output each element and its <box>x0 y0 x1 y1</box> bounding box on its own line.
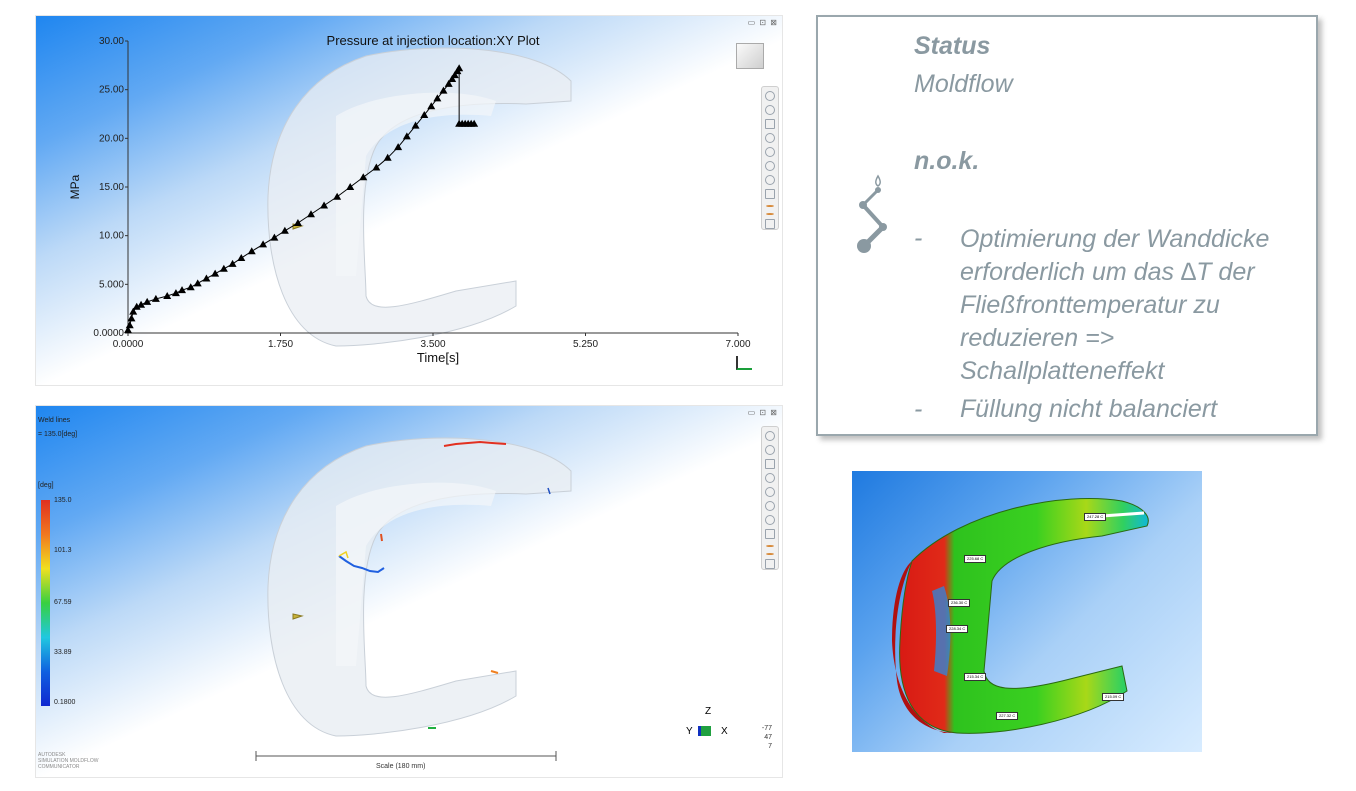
y-tick-label: 10.00 <box>99 231 124 242</box>
bullet-item: Füllung nicht balanciert <box>960 395 1218 423</box>
weld-part-model <box>255 437 572 761</box>
axis-z-label: Z <box>705 706 712 717</box>
pressure-plot-viewport[interactable]: ▭ ⊡ ⊠ 0.0000 5.000 10.00 15.00 20.00 25.00 30.… <box>35 15 783 386</box>
chart-title: Pressure at injection location:XY Plot <box>327 33 540 48</box>
axis-x-label: X <box>721 726 728 737</box>
temp-tag: 236.30 C <box>948 599 971 607</box>
temp-tag: 228.34 C <box>946 625 969 633</box>
data-point <box>307 210 315 218</box>
pressure-xy-chart: 0.0000 5.000 10.00 15.00 20.00 25.00 30.00 0.00… <box>68 33 751 365</box>
temp-tag: 225.68 C <box>964 555 987 563</box>
data-point <box>247 247 256 255</box>
flow-front-temperature-render: 247.28 C 225.68 C 236.30 C 228.34 C 215.… <box>852 471 1202 752</box>
y-tick-label: 0.0000 <box>93 328 124 339</box>
x-axis-label: Time[s] <box>417 350 459 365</box>
data-point <box>202 274 211 282</box>
data-point <box>293 219 302 227</box>
x-tick-label: 1.750 <box>268 339 293 350</box>
data-point <box>270 233 279 241</box>
data-point <box>237 254 246 262</box>
data-point <box>125 321 134 329</box>
pressure-series-line <box>127 67 460 331</box>
weld-lines-viewport[interactable]: ▭ ⊡ ⊠ Weld lines = 135.0[deg] [deg] 135.… <box>35 405 783 778</box>
y-tick-label: 30.00 <box>99 36 124 47</box>
data-point <box>359 173 368 181</box>
status-heading: Status <box>914 32 991 60</box>
data-point <box>259 240 268 248</box>
y-tick-label: 15.00 <box>99 182 124 193</box>
bullet-dash: - <box>914 224 923 252</box>
y-tick-label: 5.000 <box>99 279 124 290</box>
data-point <box>320 201 329 209</box>
data-point <box>127 314 136 322</box>
temperature-part-model <box>892 498 1149 734</box>
data-point <box>346 183 355 190</box>
x-tick-label: 7.000 <box>725 339 750 350</box>
status-subheading: Moldflow <box>914 70 1013 98</box>
view-angle: 7 <box>768 743 772 750</box>
data-point <box>280 226 289 234</box>
status-box: Status Moldflow n.o.k. - Optimierung der… <box>816 15 1318 436</box>
data-point <box>219 264 228 272</box>
software-footer: AUTODESK SIMULATION MOLDFLOW COMMUNICATO… <box>38 752 98 770</box>
data-point <box>228 259 237 267</box>
footer-line: COMMUNICATOR <box>38 764 80 770</box>
axis-triad-icon <box>736 356 752 370</box>
scale-label: Scale (180 mm) <box>376 763 426 770</box>
injection-flow-icon <box>857 174 887 253</box>
temp-tag: 215.09 C <box>1102 693 1125 701</box>
x-tick-label: 0.0000 <box>113 339 144 350</box>
data-point <box>186 283 195 291</box>
status-verdict: n.o.k. <box>914 147 980 175</box>
view-angle: 47 <box>764 734 772 741</box>
bullet-item: Optimierung der Wanddicke erforderlich u… <box>960 225 1270 385</box>
temp-tag: 227.32 C <box>996 712 1019 720</box>
y-tick-label: 20.00 <box>99 133 124 144</box>
axis-cube-icon <box>698 726 711 736</box>
axis-triad: Z Y X <box>686 706 736 746</box>
view-angles: -77 47 7 <box>762 724 772 751</box>
y-axis-label: MPa <box>68 174 82 199</box>
data-point <box>211 269 220 277</box>
x-tick-label: 3.500 <box>420 339 445 350</box>
data-point <box>193 279 202 287</box>
temp-tag: 215.34 C <box>964 673 987 681</box>
x-tick-label: 5.250 <box>573 339 598 350</box>
temp-tag: 247.28 C <box>1084 513 1107 521</box>
axis-y-label: Y <box>686 726 693 737</box>
y-tick-label: 25.00 <box>99 85 124 96</box>
view-angle: -77 <box>761 725 772 732</box>
bullet-dash: - <box>914 395 923 423</box>
data-point <box>333 192 342 200</box>
